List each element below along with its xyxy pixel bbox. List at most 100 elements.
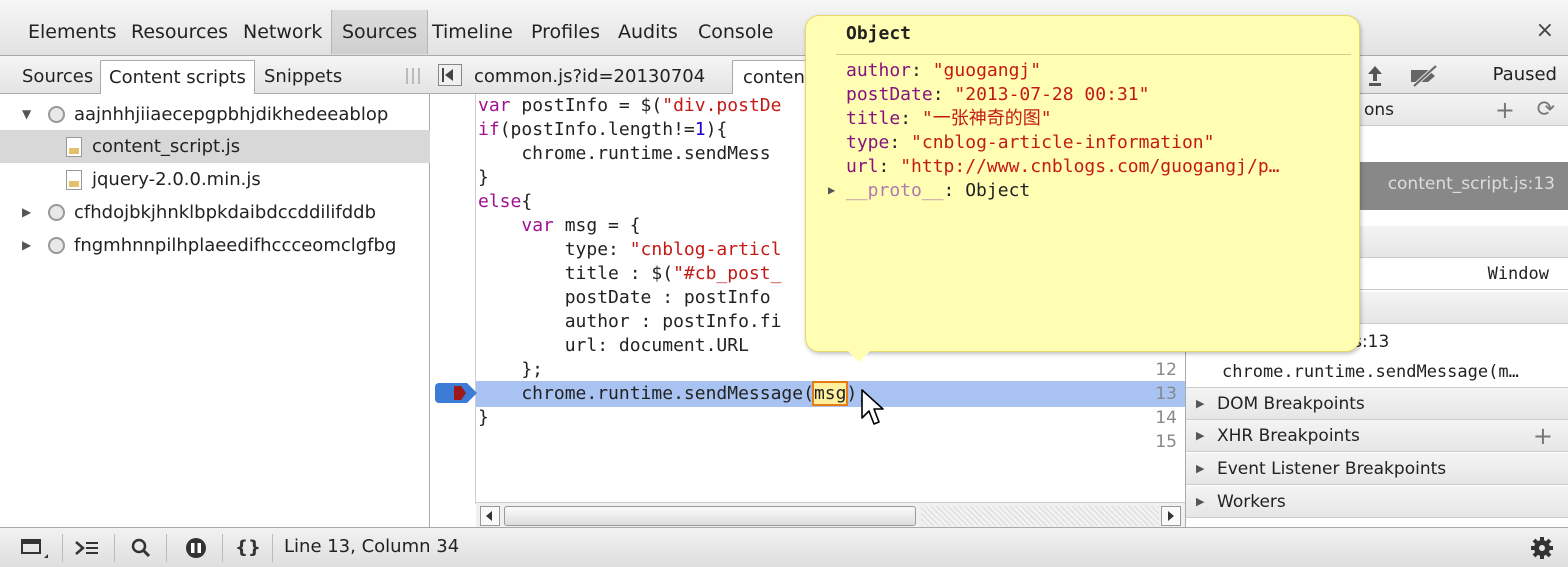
- tooltip-separator: [836, 54, 1351, 55]
- property-key: title: [846, 108, 901, 129]
- nav-tab-content-scripts[interactable]: Content scripts: [100, 60, 255, 94]
- object-proto[interactable]: __proto__: Object: [846, 179, 1030, 203]
- collapsed-triangle-icon[interactable]: ▶: [22, 196, 31, 229]
- nav-tab-snippets[interactable]: Snippets: [256, 60, 350, 94]
- navigator-resize-handle-icon[interactable]: [406, 68, 420, 84]
- tab-sources[interactable]: Sources: [331, 10, 429, 54]
- object-property[interactable]: author: "guogangj": [846, 59, 1041, 83]
- line-number: 13: [1155, 384, 1177, 404]
- close-icon[interactable]: ×: [1536, 18, 1554, 43]
- proto-key: __proto__: [846, 180, 944, 201]
- tree-folder-extension[interactable]: ▶ cfhdojbkjhnklbpkdaibdccddilifddb: [0, 196, 430, 229]
- code-line: };: [478, 359, 544, 380]
- property-sep: :: [911, 60, 933, 81]
- hovered-variable-msg[interactable]: msg: [811, 381, 849, 406]
- property-value: "http://www.cnblogs.com/guogangj/p…: [900, 156, 1280, 177]
- object-property[interactable]: title: "一张神奇的图": [846, 107, 1052, 131]
- object-tooltip: Object author: "guogangj" postDate: "201…: [805, 15, 1360, 352]
- property-value: "guogangj": [932, 60, 1042, 81]
- section-xhr-breakpoints[interactable]: ▶ XHR Breakpoints +: [1186, 420, 1568, 452]
- object-property[interactable]: url: "http://www.cnblogs.com/guogangj/p…: [846, 155, 1280, 179]
- section-dom-breakpoints[interactable]: ▶ DOM Breakpoints: [1186, 388, 1568, 420]
- property-value: "cnblog-article-information": [911, 132, 1215, 153]
- editor-tab-active[interactable]: conten: [732, 60, 812, 94]
- pretty-print-icon[interactable]: {}: [232, 536, 264, 560]
- tooltip-title: Object: [846, 23, 912, 44]
- add-watch-icon[interactable]: +: [1495, 94, 1515, 126]
- deactivate-breakpoints-icon[interactable]: [1408, 64, 1442, 88]
- tree-folder-extension[interactable]: ▶ fngmhnnpilhplaeedifhccceomclgfbg: [0, 229, 430, 262]
- property-sep: :: [889, 132, 912, 153]
- section-event-listener-breakpoints[interactable]: ▶ Event Listener Breakpoints: [1186, 453, 1568, 485]
- scroll-right-icon[interactable]: [1161, 506, 1181, 526]
- property-key: type: [846, 132, 890, 153]
- tree-item-label: cfhdojbkjhnklbpkdaibdccddilifddb: [74, 202, 377, 223]
- property-sep: :: [932, 84, 955, 105]
- property-sep: :: [878, 156, 901, 177]
- divider: [62, 534, 63, 562]
- file-icon: [66, 170, 82, 190]
- tab-audits[interactable]: Audits: [608, 10, 688, 54]
- editor-tab[interactable]: common.js?id=20130704: [464, 60, 715, 94]
- tab-profiles[interactable]: Profiles: [521, 10, 610, 54]
- scrollbar-track[interactable]: [921, 506, 1159, 526]
- tab-timeline[interactable]: Timeline: [422, 10, 523, 54]
- refresh-icon[interactable]: ⟳: [1537, 94, 1555, 126]
- gear-icon[interactable]: [1526, 536, 1558, 560]
- code-line: url: document.URL: [478, 335, 749, 356]
- tree-folder-extension[interactable]: ▼ aajnhhjiiaecepgpbhjdikhedeeablop: [0, 98, 430, 131]
- console-drawer-icon[interactable]: [72, 536, 104, 560]
- code-line-current: chrome.runtime.sendMessage(msg);: [478, 381, 869, 406]
- collapsed-triangle-icon[interactable]: ▶: [22, 229, 31, 262]
- code-line: var postInfo = $("div.postDe: [478, 95, 782, 116]
- mouse-cursor-icon: [861, 389, 884, 425]
- divider: [114, 534, 115, 562]
- property-value: "一张神奇的图": [921, 108, 1052, 129]
- code-line: author : postInfo.fi: [478, 311, 782, 332]
- collapsed-triangle-icon[interactable]: ▶: [1196, 486, 1204, 518]
- section-workers[interactable]: ▶ Workers: [1186, 486, 1568, 518]
- dock-toggle-icon[interactable]: [18, 536, 50, 560]
- expanded-triangle-icon[interactable]: ▼: [22, 98, 31, 131]
- divider: [166, 534, 167, 562]
- scroll-left-icon[interactable]: [480, 506, 500, 526]
- paused-status: Paused: [1492, 64, 1557, 85]
- add-xhr-breakpoint-icon[interactable]: +: [1533, 420, 1553, 452]
- tab-resources[interactable]: Resources: [121, 10, 238, 54]
- code-line: var msg = {: [521, 215, 641, 236]
- nav-tab-sources[interactable]: Sources: [14, 60, 101, 94]
- tree-file-content-script[interactable]: content_script.js: [0, 130, 430, 163]
- divider: [222, 534, 223, 562]
- horizontal-scrollbar[interactable]: [476, 502, 1185, 527]
- tab-console[interactable]: Console: [688, 10, 783, 54]
- pause-on-exceptions-icon[interactable]: [180, 536, 212, 560]
- tree-item-label: jquery-2.0.0.min.js: [92, 169, 261, 190]
- code-line: }: [478, 167, 489, 188]
- status-bar: {} Line 13, Column 34: [0, 527, 1568, 567]
- collapsed-triangle-icon[interactable]: ▶: [1196, 420, 1204, 452]
- globe-icon: [48, 204, 65, 221]
- line-number-gutter[interactable]: [430, 94, 476, 504]
- step-out-icon[interactable]: [1364, 64, 1386, 88]
- tree-file-jquery[interactable]: jquery-2.0.0.min.js: [0, 163, 430, 196]
- expand-proto-triangle-icon[interactable]: ▶: [828, 183, 835, 197]
- search-icon[interactable]: [126, 536, 158, 560]
- toggle-navigator-icon[interactable]: [438, 64, 462, 86]
- code-line: chrome.runtime.sendMess: [478, 143, 771, 164]
- tab-elements[interactable]: Elements: [18, 10, 127, 54]
- object-property[interactable]: postDate: "2013-07-28 00:31": [846, 83, 1149, 107]
- property-key: postDate: [846, 84, 933, 105]
- scrollbar-thumb[interactable]: [504, 506, 916, 526]
- section-label: Event Listener Breakpoints: [1217, 459, 1447, 479]
- code-line: if(postInfo.length!=1){: [478, 119, 728, 140]
- collapsed-triangle-icon[interactable]: ▶: [1196, 453, 1204, 485]
- object-property[interactable]: type: "cnblog-article-information": [846, 131, 1214, 155]
- proto-value: : Object: [943, 180, 1031, 201]
- property-key: url: [846, 156, 879, 177]
- call-stack-function[interactable]: chrome.runtime.sendMessage(m…: [1186, 356, 1568, 388]
- code-line: postDate : postInfo: [478, 287, 771, 308]
- collapsed-triangle-icon[interactable]: ▶: [1196, 388, 1204, 420]
- tab-network[interactable]: Network: [233, 10, 332, 54]
- call-frame-location: content_script.js:13: [1387, 174, 1555, 194]
- tree-item-label: content_script.js: [92, 136, 241, 157]
